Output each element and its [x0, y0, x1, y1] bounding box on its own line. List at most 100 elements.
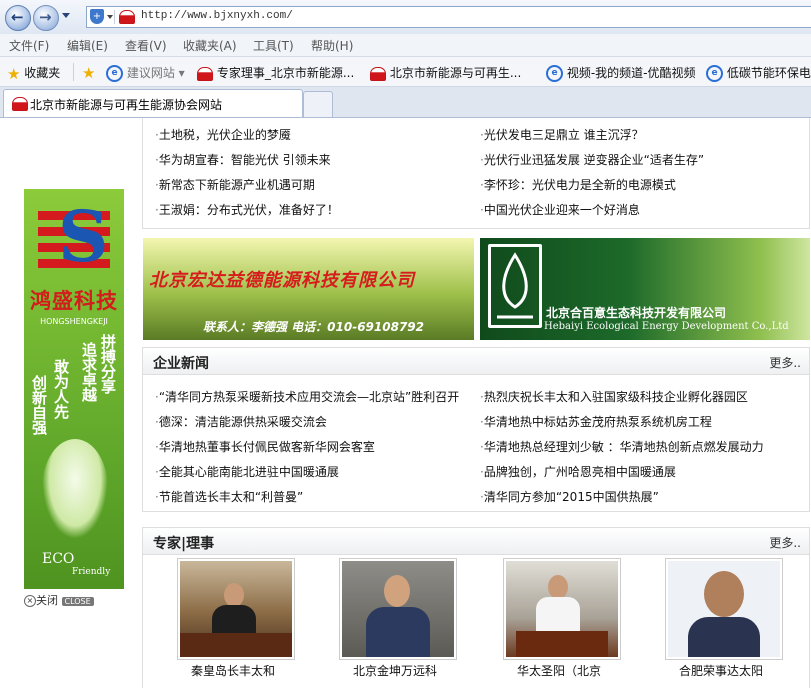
tab-title: 北京市新能源与可再生能源协会网站 [30, 98, 223, 112]
ie-icon: e [106, 65, 123, 82]
expert-name[interactable]: 华太圣阳（北京 [489, 662, 629, 679]
menu-file[interactable]: 文件(F) [9, 37, 49, 54]
ad-slogan: 追求卓越 [80, 342, 98, 402]
shield-icon[interactable]: + [90, 9, 104, 24]
expert-name[interactable]: 秦皇岛长丰太和 [163, 662, 303, 679]
expert-photo-image [668, 561, 780, 657]
menu-edit[interactable]: 编辑(E) [67, 37, 108, 54]
top-news-box: ·土地税，光伏企业的梦魇 ·华为胡宣春：智能光伏 引领未来 ·新常态下新能源产业… [142, 118, 810, 229]
expert-photo-image [506, 561, 618, 657]
expert-name[interactable]: 北京金坤万远科 [325, 662, 465, 679]
history-dropdown-icon[interactable] [62, 13, 70, 18]
star-icon: ★ [7, 65, 21, 83]
news-link[interactable]: ·土地税，光伏企业的梦魇 [155, 126, 291, 143]
ad-close-badge: CLOSE [61, 596, 94, 606]
favorites-label: 收藏夹 [24, 66, 61, 80]
new-tab-button[interactable] [303, 91, 333, 117]
news-link[interactable]: ·中国光伏企业迎来一个好消息 [480, 201, 640, 218]
back-button[interactable]: ← [5, 5, 31, 31]
ad-friendly-text: Friendly [72, 567, 111, 577]
news-link[interactable]: ·李怀珍：光伏电力是全新的电源模式 [480, 176, 676, 193]
forward-button[interactable]: → [33, 5, 59, 31]
news-link[interactable]: ·光伏行业迅猛发展 逆变器企业“适者生存” [480, 151, 704, 168]
news-link[interactable]: ·节能首选长丰太和“利普曼” [155, 488, 303, 505]
section-title: 企业新闻 [153, 356, 209, 372]
news-link[interactable]: ·“清华同方热泵采暖新技术应用交流会—北京站”胜利召开 [155, 388, 459, 405]
ie-icon: e [706, 65, 723, 82]
news-link[interactable]: ·全能其心能南能北进驻中国暖通展 [155, 463, 339, 480]
menu-view[interactable]: 查看(V) [125, 37, 167, 54]
fav-low-carbon[interactable]: e 低碳节能环保电 [706, 64, 811, 82]
more-link[interactable]: 更多.. [769, 354, 801, 371]
site-favicon-icon [370, 66, 386, 81]
fav-experts-page[interactable]: 专家理事_北京市新能源... [197, 64, 354, 81]
banner-company-name: 北京合百意生态科技开发有限公司 [546, 306, 727, 320]
expert-photo[interactable] [339, 558, 457, 660]
add-favorite-button[interactable]: ★ [82, 64, 95, 82]
ad-pinyin: HONGSHENGKEJI [40, 317, 108, 326]
hebaiyi-logo-icon [488, 244, 542, 328]
url-input[interactable]: + http://www.bjxnyxh.com/ [86, 6, 811, 28]
section-title: 专家|理事 [153, 536, 215, 552]
menu-help[interactable]: 帮助(H) [311, 37, 353, 54]
enterprise-news-section: 企业新闻 更多.. ·“清华同方热泵采暖新技术应用交流会—北京站”胜利召开 ·德… [142, 347, 810, 512]
news-link[interactable]: ·德深：清洁能源供热采暖交流会 [155, 413, 327, 430]
web-page: S 鸿盛科技 HONGSHENGKEJI 拼搏分享 追求卓越 敢为人先 创新自强… [0, 118, 811, 688]
chevron-down-icon[interactable] [107, 15, 113, 19]
news-link[interactable]: ·华为胡宣春：智能光伏 引领未来 [155, 151, 331, 168]
tab-association-site[interactable]: 北京市新能源与可再生能源协会网站 [3, 89, 303, 117]
hongsheng-logo-icon: S [38, 197, 110, 281]
back-arrow-icon: ← [11, 8, 24, 26]
banner-contact: 联系人：李德强 电话：010-69108792 [203, 320, 425, 334]
site-favicon-icon [12, 97, 28, 111]
hongda-yide-ad-banner[interactable]: 北京宏达益德能源科技有限公司 联系人：李德强 电话：010-69108792 [143, 238, 474, 340]
tab-bar: 北京市新能源与可再生能源协会网站 [0, 87, 811, 118]
ad-company-name: 鸿盛科技 [30, 289, 118, 313]
ad-slogan: 创新自强 [30, 375, 48, 435]
menu-tools[interactable]: 工具(T) [253, 37, 294, 54]
news-link[interactable]: ·华清地热总经理刘少敏 ：华清地热创新点燃发展动力 [480, 438, 764, 455]
fav-suggested-sites[interactable]: e 建议网站 ▾ [106, 64, 185, 82]
news-link[interactable]: ·清华同方参加“2015中国供热展” [480, 488, 659, 505]
favorites-bar: ★ 收藏夹 ★ e 建议网站 ▾ 专家理事_北京市新能源... 北京市新能源与可… [0, 57, 811, 87]
fav-youku-video[interactable]: e 视频-我的频道-优酷视频 [546, 64, 696, 82]
url-text[interactable]: http://www.bjxnyxh.com/ [141, 10, 293, 22]
site-favicon-icon [119, 10, 135, 24]
ad-slogan: 拼搏分享 [99, 334, 117, 394]
expert-photo-image [180, 561, 292, 657]
fav-label: 北京市新能源与可再生... [389, 66, 522, 80]
address-bar-area: ← → + http://www.bjxnyxh.com/ [0, 0, 811, 34]
ad-close-button[interactable]: × 关闭 CLOSE [24, 592, 94, 608]
expert-name[interactable]: 合肥荣事达太阳 [651, 662, 791, 679]
expert-photo-image [342, 561, 454, 657]
divider [73, 63, 74, 81]
menu-favorites[interactable]: 收藏夹(A) [183, 37, 237, 54]
expert-photo[interactable] [665, 558, 783, 660]
banner-company-name: 北京宏达益德能源科技有限公司 [149, 270, 415, 291]
news-link[interactable]: ·新常态下新能源产业机遇可期 [155, 176, 315, 193]
close-icon: × [24, 595, 36, 607]
news-link[interactable]: ·王淑娟：分布式光伏，准备好了！ [155, 201, 339, 218]
leaf-icon [42, 439, 108, 539]
ad-close-label: 关闭 [36, 594, 58, 607]
add-favorite-icon: ★ [82, 64, 96, 82]
news-link[interactable]: ·热烈庆祝长丰太和入驻国家级科技企业孵化器园区 [480, 388, 748, 405]
news-link[interactable]: ·品牌独创，广州哈恩亮相中国暖通展 [480, 463, 676, 480]
banner-company-en: Hebaiyi Ecological Energy Development Co… [544, 321, 789, 332]
favorites-button[interactable]: ★ 收藏夹 [7, 64, 60, 83]
side-ad-banner[interactable]: S 鸿盛科技 HONGSHENGKEJI 拼搏分享 追求卓越 敢为人先 创新自强… [24, 189, 124, 589]
news-link[interactable]: ·华清地热中标姑苏金茂府热泵系统机房工程 [480, 413, 712, 430]
section-header: 专家|理事 更多.. [143, 528, 809, 555]
news-link[interactable]: ·华清地热董事长付佩民做客新华网会客室 [155, 438, 375, 455]
ad-eco-text: ECO [42, 551, 75, 567]
expert-photo[interactable] [503, 558, 621, 660]
section-header: 企业新闻 更多.. [143, 348, 809, 375]
menu-bar: 文件(F) 编辑(E) 查看(V) 收藏夹(A) 工具(T) 帮助(H) [0, 34, 811, 57]
divider [114, 10, 115, 24]
fav-label: 视频-我的频道-优酷视频 [566, 66, 696, 80]
expert-photo[interactable] [177, 558, 295, 660]
news-link[interactable]: ·光伏发电三足鼎立 谁主沉浮？ [480, 126, 644, 143]
fav-association-page[interactable]: 北京市新能源与可再生... [370, 64, 521, 81]
hebaiyi-ad-banner[interactable]: 北京合百意生态科技开发有限公司 Hebaiyi Ecological Energ… [480, 238, 810, 340]
more-link[interactable]: 更多.. [769, 534, 801, 551]
